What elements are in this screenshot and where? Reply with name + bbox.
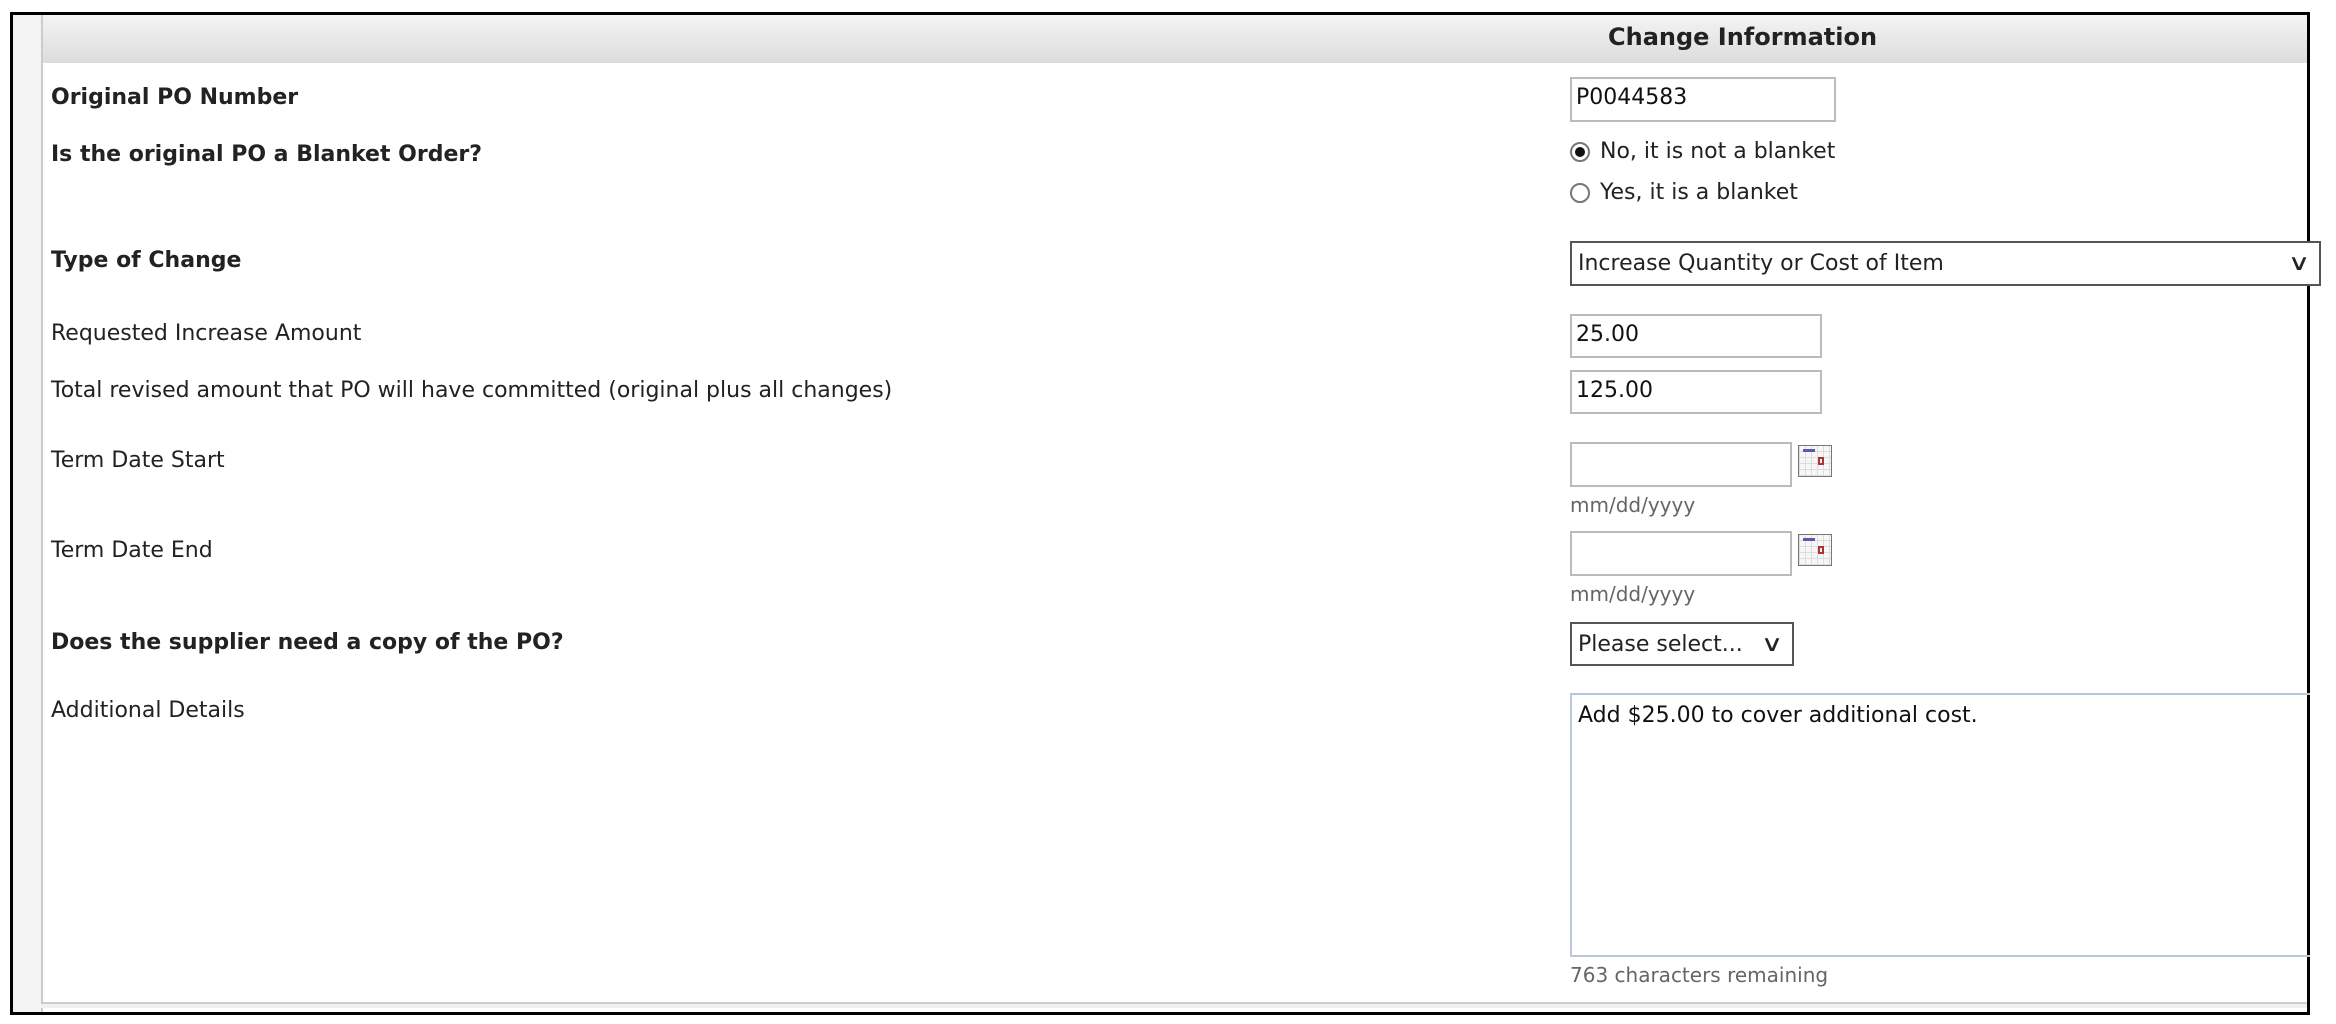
- po-number-input[interactable]: P0044583: [1570, 77, 1836, 122]
- term-end-input[interactable]: [1570, 531, 1792, 576]
- total-revised-input[interactable]: 125.00: [1570, 370, 1822, 414]
- term-end-hint: mm/dd/yyyy: [1570, 582, 1696, 606]
- select-value: Increase Quantity or Cost of Item: [1578, 251, 1944, 276]
- term-start-input[interactable]: [1570, 442, 1792, 487]
- radio-is-blanket[interactable]: Yes, it is a blanket: [1570, 180, 1798, 205]
- section-header: Change Information: [43, 15, 2307, 63]
- left-gutter: [13, 15, 43, 1012]
- bottom-divider: [41, 1002, 2307, 1008]
- additional-details-label: Additional Details: [51, 698, 245, 723]
- chevron-down-icon: ∨: [1760, 631, 1784, 657]
- calendar-icon[interactable]: [1798, 445, 1832, 477]
- blanket-order-label: Is the original PO a Blanket Order?: [51, 142, 482, 167]
- term-end-label: Term Date End: [51, 538, 213, 563]
- calendar-icon[interactable]: [1798, 534, 1832, 566]
- radio-not-blanket[interactable]: No, it is not a blanket: [1570, 139, 1835, 164]
- chevron-down-icon: ∨: [2287, 251, 2311, 276]
- type-of-change-select[interactable]: Increase Quantity or Cost of Item ∨: [1570, 241, 2321, 286]
- radio-label: No, it is not a blanket: [1600, 139, 1836, 164]
- total-revised-label: Total revised amount that PO will have c…: [51, 378, 893, 403]
- select-value: Please select...: [1578, 631, 1743, 657]
- supplier-copy-select[interactable]: Please select... ∨: [1570, 622, 1794, 666]
- radio-label: Yes, it is a blanket: [1600, 180, 1798, 205]
- additional-details-textarea[interactable]: Add $25.00 to cover additional cost.: [1570, 693, 2310, 957]
- characters-remaining: 763 characters remaining: [1570, 963, 1829, 987]
- change-information-panel: Change Information Original PO Number P0…: [10, 12, 2321, 1015]
- section-title: Change Information: [1608, 23, 1878, 51]
- po-number-label: Original PO Number: [51, 85, 299, 110]
- increase-amount-label: Requested Increase Amount: [51, 321, 362, 346]
- radio-button-selected[interactable]: [1570, 141, 1590, 162]
- type-of-change-label: Type of Change: [51, 248, 242, 273]
- term-start-label: Term Date Start: [51, 448, 225, 473]
- supplier-copy-label: Does the supplier need a copy of the PO?: [51, 630, 564, 655]
- term-start-hint: mm/dd/yyyy: [1570, 493, 1696, 517]
- increase-amount-input[interactable]: 25.00: [1570, 314, 1822, 358]
- radio-button[interactable]: [1570, 182, 1590, 203]
